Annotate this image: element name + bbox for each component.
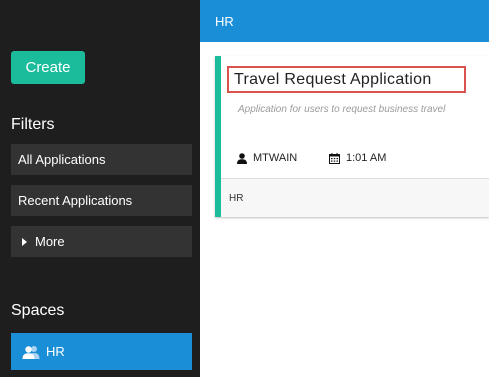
- application-card[interactable]: Travel Request Application Application f…: [215, 56, 489, 217]
- caret-right-icon: [22, 237, 27, 246]
- owner-name: MTWAIN: [253, 152, 298, 164]
- space-item-hr[interactable]: HR: [11, 333, 192, 370]
- filters-title: Filters: [11, 116, 55, 133]
- card-space-label: HR: [229, 192, 244, 204]
- filter-all-applications[interactable]: All Applications: [11, 144, 192, 175]
- application-title[interactable]: Travel Request Application: [227, 66, 466, 93]
- application-description: Application for users to request busines…: [238, 104, 446, 115]
- calendar-icon: [329, 152, 340, 164]
- page-title: HR: [215, 13, 234, 29]
- sidebar: Create Filters All Applications Recent A…: [0, 0, 200, 377]
- card-footer: HR: [221, 179, 489, 217]
- user-icon: [237, 152, 247, 164]
- created-time: 1:01 AM: [346, 152, 387, 164]
- filter-label: All Applications: [18, 152, 106, 167]
- filter-more[interactable]: More: [11, 226, 192, 257]
- create-button[interactable]: Create: [11, 51, 85, 84]
- filter-label: More: [35, 234, 65, 249]
- time-info: 1:01 AM: [329, 152, 386, 164]
- top-bar: HR: [200, 0, 489, 42]
- filter-recent-applications[interactable]: Recent Applications: [11, 185, 192, 216]
- spaces-title: Spaces: [11, 302, 65, 319]
- owner-info: MTWAIN: [237, 152, 297, 164]
- space-label: HR: [46, 344, 65, 359]
- users-icon: [22, 345, 40, 359]
- filter-label: Recent Applications: [18, 193, 133, 208]
